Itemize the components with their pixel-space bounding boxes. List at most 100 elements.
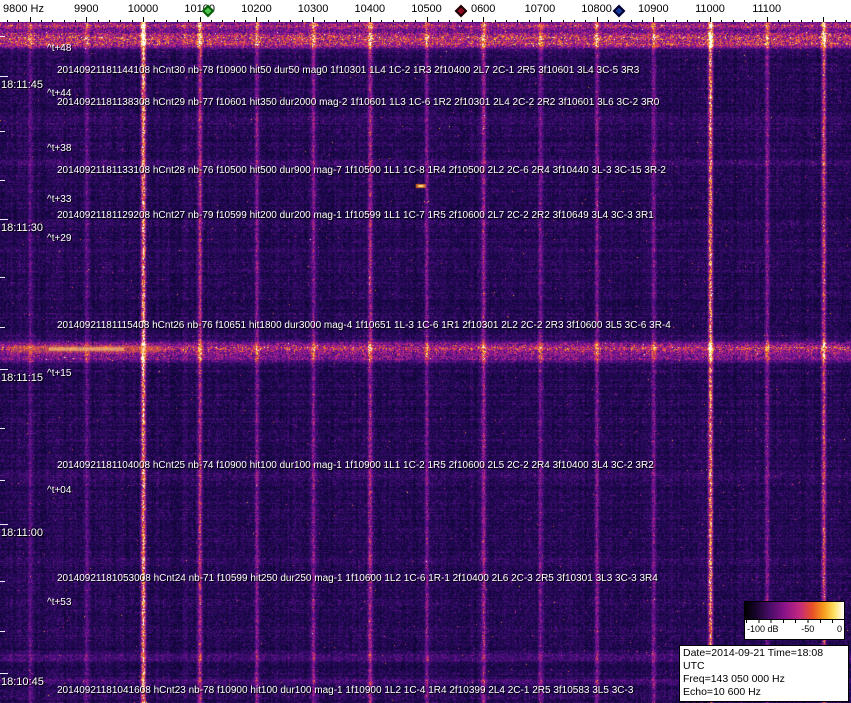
freq-label: 10900 <box>638 3 669 15</box>
freq-tick <box>199 17 201 22</box>
freq-tick <box>222 20 224 22</box>
detection-log-line: 20140921181133108 hCnt28 nb-76 f10500 hi… <box>57 165 666 176</box>
freq-tick <box>6 20 8 22</box>
time-tick <box>0 673 8 674</box>
time-tick <box>0 219 8 220</box>
db-label-mid: -50 <box>801 624 815 634</box>
freq-tick <box>630 20 632 22</box>
freq-label: 10500 <box>411 3 442 15</box>
freq-tick <box>109 20 110 22</box>
time-minor-tick <box>0 631 5 632</box>
freq-label: 10700 <box>524 3 556 15</box>
freq-tick <box>619 20 621 22</box>
freq-label: 10800 <box>581 3 612 15</box>
freq-tick <box>256 17 258 22</box>
freq-tick <box>539 17 541 22</box>
info-date-time: Date=2014-09-21 Time=18:08 UTC <box>683 647 824 672</box>
freq-tick <box>403 20 405 22</box>
freq-tick <box>188 20 190 22</box>
frequency-ruler: 9800 Hz 9900 10000 10100 10200 10300 10400 1050… <box>0 0 851 22</box>
time-minor-tick <box>0 428 5 429</box>
freq-tick <box>471 20 473 22</box>
freq-tick <box>505 20 507 22</box>
freq-tick <box>369 17 371 22</box>
freq-tick <box>233 20 235 22</box>
freq-tick <box>18 20 20 22</box>
freq-tick <box>710 17 711 22</box>
freq-tick <box>52 20 54 22</box>
freq-tick <box>494 20 496 22</box>
freq-tick <box>426 17 428 22</box>
detection-log-line: 20140921181138308 hCnt29 nb-77 f10601 hi… <box>57 97 660 108</box>
freq-tick <box>165 20 167 22</box>
freq-tick <box>460 20 462 22</box>
detection-log-line: 20140921181053008 hCnt24 nb-71 f10599 hi… <box>57 573 658 584</box>
freq-tick <box>732 20 734 22</box>
freq-marker-red-diamond-icon[interactable] <box>454 4 467 18</box>
time-label: 18:10:45 <box>1 676 44 688</box>
time-minor-tick <box>0 277 5 278</box>
freq-tick <box>653 17 655 22</box>
freq-label: 10000 <box>127 3 159 15</box>
time-label: 18:11:15 <box>1 372 44 384</box>
freq-tick <box>562 20 564 22</box>
freq-label: 0600 <box>470 3 496 15</box>
db-gradient-bar <box>745 602 844 620</box>
info-box: Date=2014-09-21 Time=18:08 UTC Freq=143 … <box>679 645 849 703</box>
db-label-min: -100 dB <box>747 624 779 634</box>
time-label: 18:11:00 <box>1 527 44 539</box>
freq-label: 10400 <box>354 3 386 15</box>
time-minor-tick <box>0 581 5 582</box>
freq-tick <box>143 17 144 22</box>
time-minor-tick <box>0 36 5 37</box>
db-scale-legend: -100 dB -50 0 <box>744 601 845 640</box>
time-offset-marker: ^t+33 <box>47 194 72 205</box>
detection-log-line: 20140921181129208 hCnt27 nb-79 f10599 hi… <box>57 210 654 221</box>
freq-tick <box>177 20 178 22</box>
freq-tick <box>392 20 394 22</box>
freq-tick <box>642 20 643 22</box>
time-minor-tick <box>0 180 5 181</box>
time-offset-marker: ^t+04 <box>47 485 72 496</box>
freq-tick <box>324 20 326 22</box>
info-echo: Echo=10 600 Hz <box>683 686 761 698</box>
spectrogram-canvas <box>0 22 851 703</box>
freq-tick <box>313 17 315 22</box>
time-offset-marker: ^t+48 <box>47 43 72 54</box>
time-tick <box>0 369 8 370</box>
freq-tick <box>789 20 791 22</box>
time-offset-marker: ^t+29 <box>47 233 72 244</box>
freq-tick <box>483 17 485 22</box>
freq-tick <box>415 20 417 22</box>
freq-tick <box>358 20 360 22</box>
time-offset-marker: ^t+53 <box>47 597 72 608</box>
freq-tick <box>846 20 848 22</box>
meteor-echo-spectrogram-app: 9800 Hz 9900 10000 10100 10200 10300 10400 1050… <box>0 0 851 703</box>
db-scale-labels: -100 dB -50 0 <box>745 623 844 636</box>
freq-tick <box>449 20 451 22</box>
freq-tick <box>834 20 836 22</box>
freq-tick <box>744 20 745 22</box>
freq-tick <box>437 20 439 22</box>
freq-tick <box>154 20 156 22</box>
freq-label: 11100 <box>752 3 782 15</box>
freq-tick <box>687 20 689 22</box>
freq-tick <box>211 20 212 22</box>
freq-marker-blue-diamond-icon[interactable] <box>612 4 626 18</box>
time-minor-tick <box>0 327 5 328</box>
freq-tick <box>573 20 575 22</box>
freq-tick <box>823 17 825 22</box>
freq-label: 9900 <box>74 3 99 15</box>
detection-log-line: 20140921181144108 hCnt30 nb-78 f10900 hi… <box>57 65 640 76</box>
freq-tick <box>347 20 349 22</box>
detection-log-line: 20140921181041608 hCnt23 nb-78 f10900 hi… <box>57 685 634 696</box>
freq-tick <box>664 20 666 22</box>
freq-tick <box>551 20 553 22</box>
freq-tick <box>63 20 65 22</box>
freq-tick <box>40 20 42 22</box>
time-tick <box>0 524 8 525</box>
time-label: 18:11:30 <box>1 222 44 234</box>
freq-tick <box>279 20 281 22</box>
freq-tick <box>596 17 598 22</box>
detection-log-line: 20140921181104008 hCnt25 nb-74 f10900 hi… <box>57 460 654 471</box>
